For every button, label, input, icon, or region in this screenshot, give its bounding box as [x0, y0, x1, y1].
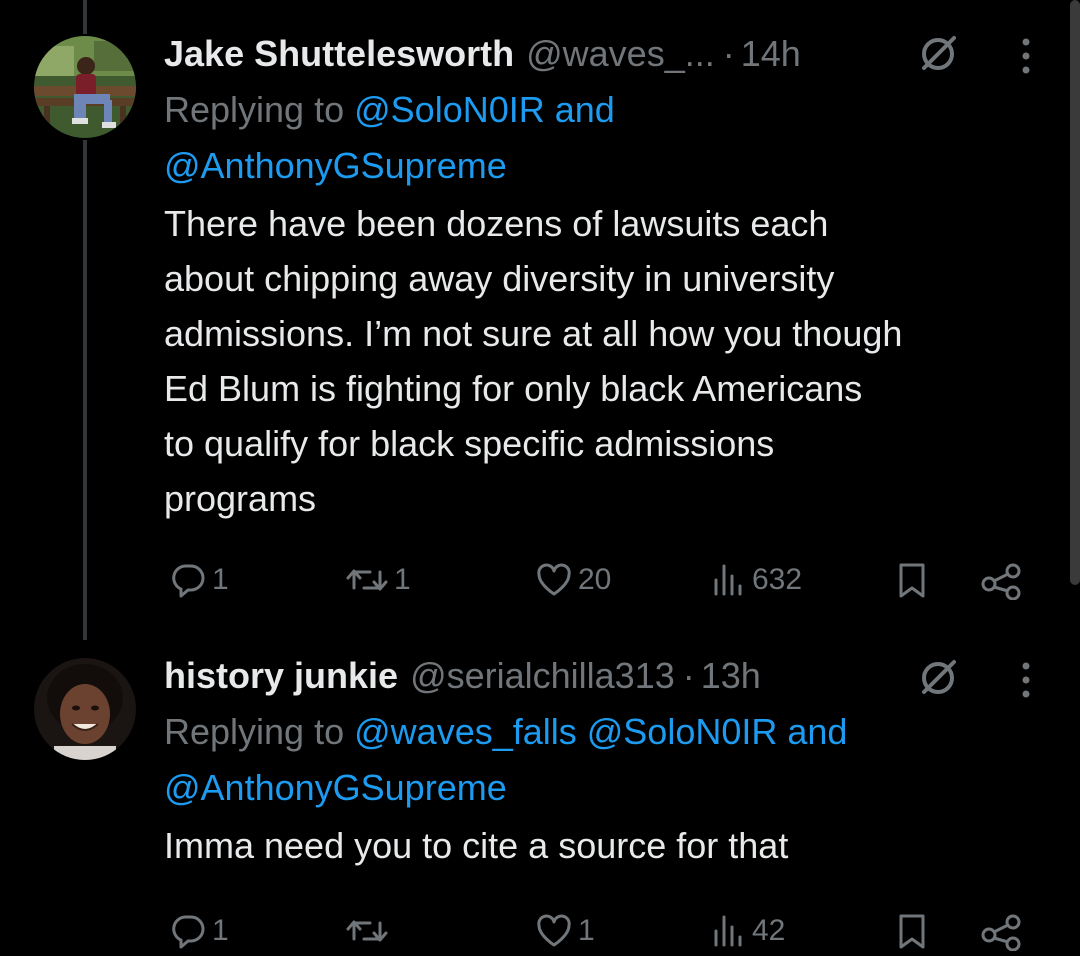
reply-count: 1 [212, 914, 229, 947]
tweet-actions: 1 1 42 [164, 906, 1034, 956]
tweet-text-line: There have been dozens of lawsuits each [164, 203, 829, 244]
repost-button[interactable] [344, 906, 394, 956]
user-photo-on-bench-icon [34, 36, 136, 138]
views-count: 42 [752, 914, 786, 947]
avatar[interactable] [34, 36, 136, 138]
like-count: 20 [578, 563, 612, 596]
tweet-actions: 1 1 20 632 [164, 555, 1034, 605]
replying-to-line-2: @AnthonyGSupreme [164, 760, 1040, 816]
more-options-icon[interactable] [1016, 34, 1036, 78]
replying-prefix: Replying to [164, 89, 345, 130]
share-button[interactable] [980, 906, 1024, 956]
bookmark-button[interactable] [892, 906, 932, 956]
views-icon [714, 564, 742, 596]
heart-icon [537, 563, 571, 596]
share-icon [981, 914, 1021, 951]
repost-icon [346, 920, 388, 942]
replying-mentions[interactable]: @SoloN0IR and [354, 89, 615, 130]
share-button[interactable] [980, 555, 1024, 605]
timestamp[interactable]: 13h [701, 655, 761, 697]
reply-icon [172, 915, 205, 949]
reply-button[interactable]: 1 [168, 906, 229, 956]
tweet-text-line: Ed Blum is fighting for only black Ameri… [164, 368, 863, 409]
replying-to-line: Replying to @waves_falls @SoloN0IR and [164, 704, 1040, 760]
like-button[interactable]: 20 [534, 555, 611, 605]
replying-mention[interactable]: @AnthonyGSupreme [164, 767, 507, 808]
reply-count: 1 [212, 563, 229, 596]
handle[interactable]: @serialchilla313 [410, 655, 675, 697]
tweet-content: Jake Shuttelesworth @waves_... · 14h Rep… [164, 26, 1040, 526]
bookmark-icon [899, 914, 925, 949]
tweet-header: Jake Shuttelesworth @waves_... · 14h [164, 26, 1040, 82]
display-name[interactable]: Jake Shuttelesworth [164, 33, 514, 75]
separator-dot: · [682, 655, 695, 696]
replying-to-line-2: @AnthonyGSupreme [164, 138, 1040, 194]
share-icon [981, 563, 1021, 600]
tweet-text-line: Imma need you to cite a source for that [164, 825, 789, 866]
tweet-text-line: to qualify for black specific admissions [164, 423, 775, 464]
separator-dot: · [722, 33, 735, 74]
like-button[interactable]: 1 [534, 906, 595, 956]
tweet-header: history junkie @serialchilla313 · 13h [164, 648, 1040, 704]
bookmark-icon [899, 563, 925, 598]
replying-to-line: Replying to @SoloN0IR and [164, 82, 1040, 138]
reply-button[interactable]: 1 [168, 555, 229, 605]
display-name[interactable]: history junkie [164, 655, 398, 697]
tweet-text: There have been dozens of lawsuits each … [164, 196, 1040, 526]
repost-button[interactable]: 1 [344, 555, 411, 605]
tweet-text-line: admissions. I’m not sure at all how you … [164, 313, 903, 354]
replying-prefix: Replying to [164, 711, 345, 752]
tweet-2[interactable]: history junkie @serialchilla313 · 13h Re… [0, 640, 1080, 954]
bookmark-button[interactable] [892, 555, 932, 605]
views-count: 632 [752, 563, 803, 596]
tweet-text-line: about chipping away diversity in univers… [164, 258, 835, 299]
views-button[interactable]: 632 [708, 555, 802, 605]
views-button[interactable]: 42 [708, 906, 785, 956]
tweet-text: Imma need you to cite a source for that [164, 818, 1040, 873]
handle[interactable]: @waves_... [526, 33, 715, 75]
repost-icon [346, 569, 388, 591]
grok-icon[interactable] [916, 32, 960, 76]
tweet-text-line: programs [164, 478, 317, 519]
repost-count: 1 [394, 563, 411, 596]
like-count: 1 [578, 914, 595, 947]
reply-icon [172, 564, 205, 598]
tweet-content: history junkie @serialchilla313 · 13h Re… [164, 648, 1040, 873]
timestamp[interactable]: 14h [741, 33, 801, 75]
heart-icon [537, 914, 571, 947]
avatar[interactable] [34, 658, 136, 760]
replying-mention[interactable]: @AnthonyGSupreme [164, 145, 507, 186]
replying-mentions[interactable]: @waves_falls @SoloN0IR and [354, 711, 847, 752]
views-icon [714, 915, 742, 947]
more-options-icon[interactable] [1016, 658, 1036, 702]
grok-icon[interactable] [916, 656, 960, 700]
user-portrait-smiling-icon [34, 658, 136, 760]
tweet-1[interactable]: Jake Shuttelesworth @waves_... · 14h Rep… [0, 0, 1080, 640]
